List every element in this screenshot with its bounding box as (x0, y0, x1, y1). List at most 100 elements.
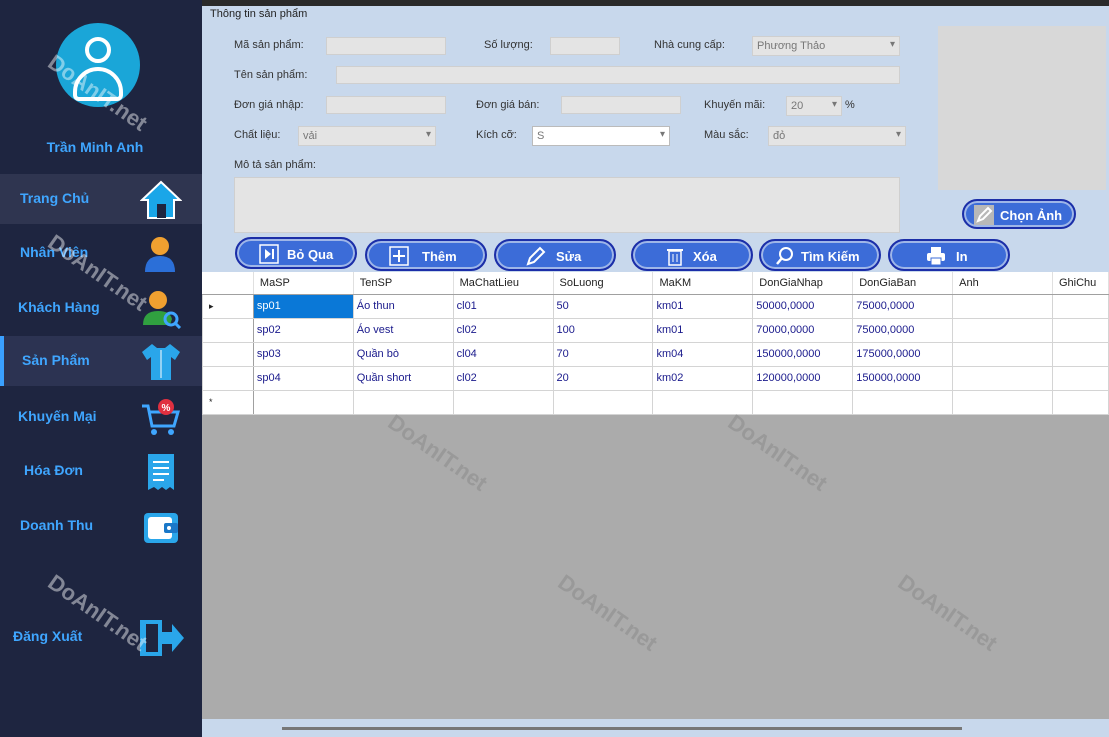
khuyen-mai-select[interactable]: 20 ▾ (786, 96, 842, 116)
table-cell[interactable]: 175000,0000 (852, 341, 954, 367)
khuyen-mai-value: 20 (791, 100, 804, 112)
bo-qua-button[interactable]: Bỏ Qua (235, 237, 357, 269)
product-table[interactable]: MaSP TenSP MaChatLieu SoLuong MaKM DonGi… (202, 272, 1109, 415)
table-cell[interactable]: cl02 (452, 317, 554, 343)
row-header[interactable] (202, 341, 254, 367)
nav-san-pham[interactable]: Sản Phẩm (0, 336, 202, 386)
table-cell[interactable] (352, 389, 454, 415)
table-cell[interactable] (252, 389, 354, 415)
nav-hoa-don[interactable]: Hóa Đơn (0, 446, 202, 496)
pencil-icon (974, 205, 994, 225)
table-cell[interactable]: 75000,0000 (852, 293, 954, 319)
table-cell[interactable] (1051, 365, 1109, 391)
table-cell[interactable]: km02 (652, 365, 754, 391)
col-header[interactable]: SoLuong (553, 272, 654, 295)
table-cell[interactable]: Áo thun (352, 293, 454, 319)
nha-cung-cap-select[interactable]: Phương Thảo ▾ (752, 36, 900, 56)
horizontal-scrollbar[interactable] (202, 719, 1109, 737)
table-cell[interactable]: sp02 (252, 317, 354, 343)
ma-sp-field[interactable] (326, 37, 446, 55)
table-row[interactable]: sp02 Áo vest cl02 100 km01 70000,0000 75… (202, 317, 1109, 343)
mo-ta-field[interactable] (234, 177, 900, 233)
table-cell[interactable] (852, 389, 954, 415)
table-cell[interactable]: km01 (652, 317, 754, 343)
table-cell[interactable] (952, 389, 1053, 415)
table-cell[interactable]: km01 (652, 293, 754, 319)
table-cell[interactable] (952, 341, 1053, 367)
xoa-button[interactable]: Xóa (631, 239, 753, 271)
chat-lieu-select[interactable]: vải ▾ (298, 126, 436, 146)
current-row-marker[interactable]: ▸ (202, 293, 254, 319)
table-cell[interactable]: 20 (552, 365, 654, 391)
don-gia-ban-field[interactable] (561, 96, 681, 114)
table-cell[interactable]: 50000,0000 (752, 293, 854, 319)
table-cell[interactable]: sp04 (252, 365, 354, 391)
so-luong-field[interactable] (550, 37, 620, 55)
table-cell[interactable] (752, 389, 854, 415)
col-header[interactable]: MaSP (253, 272, 354, 295)
row-header[interactable] (202, 317, 254, 343)
table-cell[interactable]: 75000,0000 (852, 317, 954, 343)
table-cell[interactable]: Quần bò (352, 341, 454, 367)
col-header[interactable]: DonGiaBan (852, 272, 954, 295)
col-header[interactable]: GhiChu (1052, 272, 1109, 295)
col-header[interactable]: TenSP (353, 272, 454, 295)
row-header[interactable] (202, 365, 254, 391)
col-header[interactable]: Anh (952, 272, 1053, 295)
table-cell[interactable]: km04 (652, 341, 754, 367)
table-cell[interactable]: 150000,0000 (752, 341, 854, 367)
kich-co-select[interactable]: S ▾ (532, 126, 670, 146)
chevron-down-icon: ▾ (831, 99, 837, 110)
table-cell[interactable] (952, 365, 1053, 391)
table-cell[interactable]: cl02 (452, 365, 554, 391)
nav-khuyen-mai[interactable]: Khuyến Mại % (0, 392, 202, 442)
in-button[interactable]: In (888, 239, 1010, 271)
table-row[interactable]: ▸ sp01 Áo thun cl01 50 km01 50000,0000 7… (202, 293, 1109, 319)
table-cell[interactable] (552, 389, 654, 415)
table-cell[interactable]: sp01 (252, 293, 354, 319)
sidebar: Trần Minh Anh Trang Chủ Nhân Viên Khách … (0, 0, 202, 737)
table-cell[interactable]: 100 (552, 317, 654, 343)
table-cell[interactable]: 50 (552, 293, 654, 319)
table-cell[interactable]: cl01 (452, 293, 554, 319)
nav-dang-xuat[interactable]: Đăng Xuất (0, 612, 202, 662)
table-cell[interactable]: 70 (552, 341, 654, 367)
table-cell[interactable] (952, 317, 1053, 343)
tim-kiem-button[interactable]: Tìm Kiếm (759, 239, 881, 271)
table-cell[interactable] (952, 293, 1053, 319)
table-cell[interactable] (652, 389, 754, 415)
mau-sac-select[interactable]: đỏ ▾ (768, 126, 906, 146)
table-cell[interactable]: 150000,0000 (852, 365, 954, 391)
table-row[interactable]: sp03 Quần bò cl04 70 km04 150000,0000 17… (202, 341, 1109, 367)
table-cell[interactable]: sp03 (252, 341, 354, 367)
sua-button[interactable]: Sửa (494, 239, 616, 271)
table-cell[interactable] (452, 389, 554, 415)
table-cell[interactable] (1051, 341, 1109, 367)
table-cell[interactable] (1051, 317, 1109, 343)
don-gia-nhap-field[interactable] (326, 96, 446, 114)
table-cell[interactable] (1051, 293, 1109, 319)
nav-doanh-thu[interactable]: Doanh Thu (0, 501, 202, 551)
nav-khach-hang[interactable]: Khách Hàng (0, 283, 202, 333)
nav-label: Đăng Xuất (13, 628, 83, 644)
col-header[interactable]: DonGiaNhap (752, 272, 854, 295)
scrollbar-thumb[interactable] (282, 727, 962, 730)
col-header[interactable]: MaKM (652, 272, 754, 295)
nav-nhan-vien[interactable]: Nhân Viên (0, 228, 202, 278)
table-cell[interactable]: Quần short (352, 365, 454, 391)
table-cell[interactable] (1051, 389, 1109, 415)
table-row[interactable]: sp04 Quần short cl02 20 km02 120000,0000… (202, 365, 1109, 391)
table-cell[interactable]: cl04 (452, 341, 554, 367)
new-row-marker[interactable]: * (202, 389, 254, 415)
them-button[interactable]: Thêm (365, 239, 487, 271)
table-cell[interactable]: 70000,0000 (752, 317, 854, 343)
receipt-icon (148, 454, 174, 490)
nav-trang-chu[interactable]: Trang Chủ (0, 174, 202, 224)
table-cell[interactable]: 120000,0000 (752, 365, 854, 391)
new-row[interactable]: * (202, 389, 1109, 415)
group-title: Thông tin sản phẩm (210, 8, 308, 20)
table-cell[interactable]: Áo vest (352, 317, 454, 343)
col-header[interactable]: MaChatLieu (453, 272, 554, 295)
chon-anh-button[interactable]: Chọn Ảnh (962, 199, 1076, 229)
ten-sp-field[interactable] (336, 66, 900, 84)
